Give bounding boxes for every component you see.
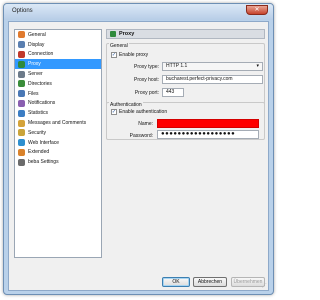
sidebar-item-label: Proxy: [28, 61, 41, 68]
notifications-icon: [18, 99, 25, 107]
enable-authentication-row[interactable]: ✓ Enable authentication: [111, 109, 167, 115]
category-list[interactable]: General Display Connection Proxy Server Direc…: [14, 29, 102, 258]
sidebar-item-connection[interactable]: Connection: [15, 50, 101, 60]
close-icon: ✕: [254, 7, 260, 13]
resize-grip-icon[interactable]: ⋰: [262, 283, 267, 289]
proxy-type-label: Proxy type:: [133, 64, 159, 70]
proxy-icon: [110, 31, 116, 37]
sidebar-item-label: Server: [28, 71, 43, 78]
sidebar-item-label: General: [28, 31, 46, 38]
sidebar-item-label: Statistics: [28, 110, 49, 117]
sidebar-item-label: Extended: [28, 149, 50, 156]
title-bar[interactable]: Options ✕: [4, 4, 273, 20]
sidebar-item-label: Messages and Comments: [28, 120, 87, 127]
sidebar-item-directories[interactable]: Directories: [15, 79, 101, 89]
password-input[interactable]: ●●●●●●●●●●●●●●●●●●: [157, 130, 259, 139]
sidebar-item-label: Connection: [28, 51, 54, 58]
authentication-group: Authentication ✓ Enable authentication N…: [106, 102, 265, 140]
server-icon: [18, 70, 25, 78]
directories-icon: [18, 80, 25, 88]
dialog-client-area: General Display Connection Proxy Server Direc…: [8, 21, 269, 291]
check-icon: ✓: [111, 51, 117, 58]
enable-proxy-checkbox[interactable]: ✓: [111, 52, 117, 58]
authentication-group-title: Authentication: [109, 102, 143, 108]
proxy-type-select[interactable]: HTTP 1.1 ▾: [162, 62, 263, 71]
sidebar-item-label: Notifications: [28, 100, 56, 107]
sidebar-item-security[interactable]: Security: [15, 128, 101, 138]
proxy-port-input[interactable]: 443: [162, 88, 184, 97]
sidebar-item-label: Security: [28, 129, 47, 136]
sidebar-item-web-interface[interactable]: Web Interface: [15, 138, 101, 148]
sidebar-item-label: Directories: [28, 80, 52, 87]
sidebar-item-messages[interactable]: Messages and Comments: [15, 118, 101, 128]
sidebar-item-general[interactable]: General: [15, 30, 101, 40]
close-button[interactable]: ✕: [246, 5, 268, 15]
general-group-title: General: [109, 43, 129, 49]
sidebar-item-notifications[interactable]: Notifications: [15, 99, 101, 109]
enable-authentication-checkbox[interactable]: ✓: [111, 109, 117, 115]
ok-button[interactable]: OK: [162, 277, 190, 287]
sidebar-item-statistics[interactable]: Statistics: [15, 108, 101, 118]
name-label: Name:: [138, 121, 153, 127]
sidebar-item-beba-settings[interactable]: beba Settings: [15, 157, 101, 167]
enable-proxy-label: Enable proxy: [119, 52, 149, 58]
sidebar-item-files[interactable]: Files: [15, 89, 101, 99]
web-interface-icon: [18, 139, 25, 147]
beba-settings-icon: [18, 158, 25, 166]
proxy-icon: [18, 60, 25, 68]
proxy-host-value: bucharest.perfect-privacy.com: [166, 76, 233, 82]
general-icon: [18, 31, 25, 39]
enable-proxy-row[interactable]: ✓ Enable proxy: [111, 52, 148, 58]
panel-header: Proxy: [106, 29, 265, 39]
statistics-icon: [18, 109, 25, 117]
display-icon: [18, 41, 25, 49]
extended-icon: [18, 148, 25, 156]
apply-button[interactable]: Übernehmen: [231, 277, 265, 287]
messages-icon: [18, 119, 25, 127]
proxy-port-label: Proxy port:: [134, 90, 159, 96]
options-window: Options ✕ General Display Connection Proxy S…: [3, 3, 274, 295]
password-label: Password:: [129, 133, 153, 139]
enable-authentication-label: Enable authentication: [119, 109, 168, 115]
proxy-host-label: Proxy host:: [133, 77, 159, 83]
check-icon: ✓: [111, 108, 117, 115]
panel-title: Proxy: [119, 31, 135, 37]
password-value: ●●●●●●●●●●●●●●●●●●: [161, 131, 236, 137]
sidebar-item-label: Web Interface: [28, 139, 60, 146]
sidebar-item-extended[interactable]: Extended: [15, 148, 101, 158]
sidebar-item-label: beba Settings: [28, 159, 59, 166]
proxy-port-value: 443: [166, 89, 175, 95]
name-input[interactable]: [157, 119, 259, 128]
cancel-button[interactable]: Abbrechen: [193, 277, 227, 287]
sidebar-item-proxy[interactable]: Proxy: [15, 59, 101, 70]
sidebar-item-server[interactable]: Server: [15, 69, 101, 79]
sidebar-item-label: Files: [28, 90, 39, 97]
sidebar-item-label: Display: [28, 41, 45, 48]
files-icon: [18, 90, 25, 98]
chevron-down-icon: ▾: [256, 63, 259, 69]
window-title: Options: [12, 8, 33, 14]
proxy-type-value: HTTP 1.1: [166, 63, 188, 69]
proxy-host-input[interactable]: bucharest.perfect-privacy.com: [162, 75, 263, 84]
sidebar-item-display[interactable]: Display: [15, 40, 101, 50]
security-icon: [18, 129, 25, 137]
connection-icon: [18, 50, 25, 58]
